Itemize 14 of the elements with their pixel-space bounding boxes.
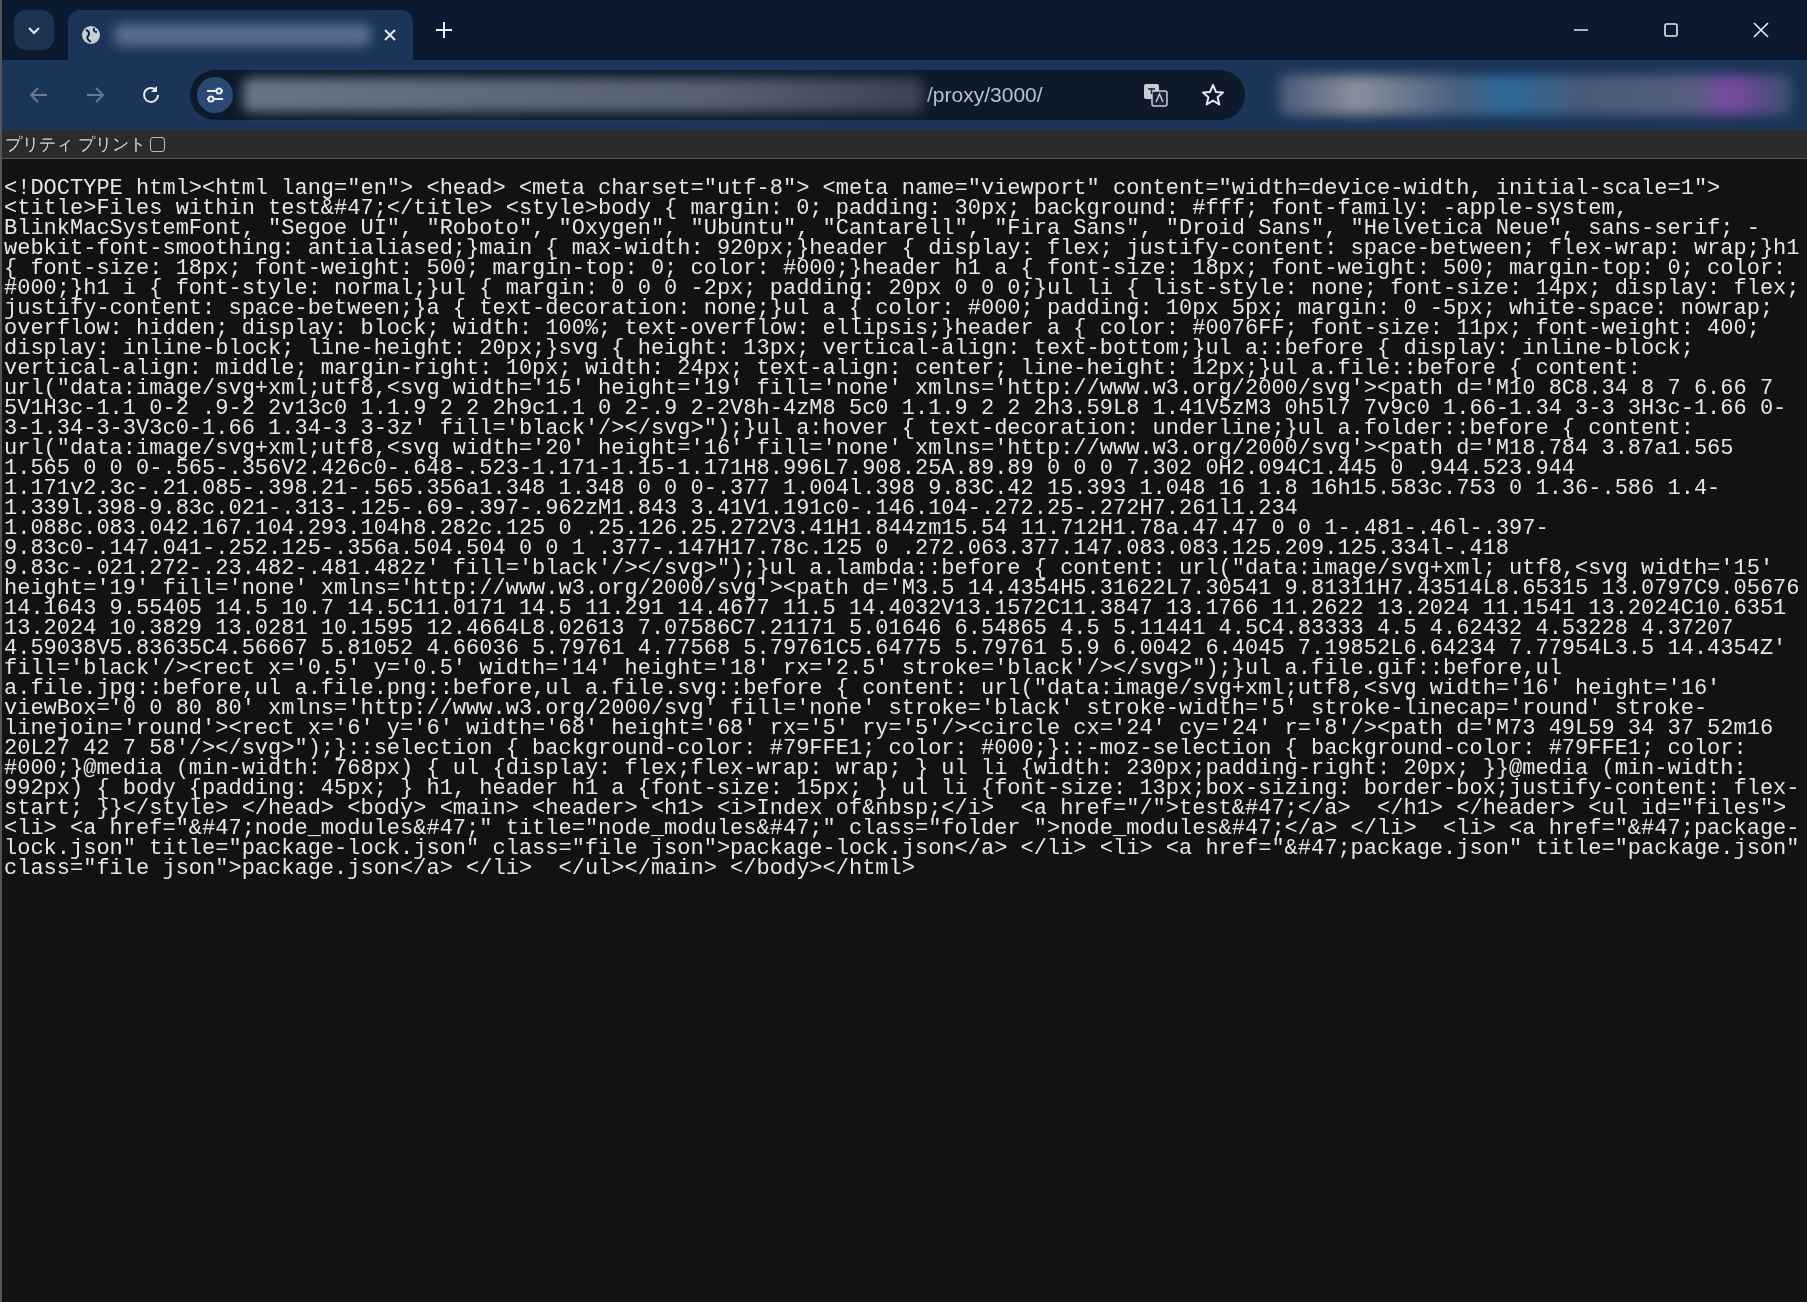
maximize-icon[interactable] [1663,22,1679,38]
reload-icon[interactable] [140,84,162,106]
site-settings-icon[interactable] [197,77,233,113]
close-icon[interactable] [1753,22,1769,38]
html-source-text: <!DOCTYPE html><html lang="en"> <head> <meta charset="utf-8"> <meta name="viewport" content="width=device-width, initial-scale=1"> <title>Files within test&#47;</title> <style>body { margin: 0; padding: 30px; background: #fff; font-family: -apple-system, BlinkMacSystemFont, "Segoe UI", "Roboto", "Oxygen", "Ubuntu", "Cantarell", "Fira Sans", "Droid Sans", "Helvetica Neue", sans-serif; -webkit-font-smoothing: antialiased;}main { max-width: 920px;}header { display: flex; justify-content: space-between; flex-wrap: wrap;}h1 { font-size: 18px; font-weight: 500; margin-top: 0; color: #000;}header h1 a { font-size: 18px; font-weight: 500; margin-top: 0; color: #000;}h1 i { font-style: normal;}ul { margin: 0 0 0 -2px; padding: 20px 0 0 0;}ul li { list-style: none; font-size: 14px; display: flex; justify-content: space-between;}a { text-decoration: none;}ul a { color: #000; padding: 10px 5px; margin: 0 -5px; white-space: nowrap; overflow: hidden; display: block; width: 100%; text-overflow: ellipsis;}header a { color: #0076FF; font-size: 11px; font-weight: 400; display: inline-block; line-height: 20px;}svg { height: 13px; vertical-align: text-bottom;}ul a::before { display: inline-block; vertical-align: middle; margin-right: 10px; width: 24px; text-align: center; line-height: 12px;}ul a.file::before { content: url("data:image/svg+xml;utf8,<svg width='15' height='19' fill='none' xmlns='http://www.w3.org/2000/svg'><path d='M10 8C8.34 8 7 6.66 7 5V1H3c-1.1 0-2 .9-2 2v13c0 1.1.9 2 2 2h9c1.1 0 2-.9 2-2V8h-4zM8 5c0 1.1.9 2 2 2h3.59L8 1.41V5zM3 0h5l7 7v9c0 1.66-1.34 3-3 3H3c-1.66 0-3-1.34-3-3V3c0-1.66 1.34-3 3-3z' fill='black'/></svg>");}ul a:hover { text-decoration: underline;}ul a.folder::before { content: url("data:image/svg+xml;utf8,<svg width='20' height='16' fill='none' xmlns='http://www.w3.org/2000/svg'><path d='M18.784 3.87a1.565 1.565 0 0 0-.565-.356V2.426c0-.648-.523-1.171-1.15-1.171H8.996L7.908.25A.89.89 0 0 0 7.302 0H2.094C1.445 0 .944.523.944 1.171v2.3c-.21.085-.398.21-.565.356a1.348 1.348 0 0 0-.377 1.004l.398 9.83C.42 15.393 1.048 16 1.8 16h15.583c.753 0 1.36-.586 1.4-1.339l.398-9.83c.021-.313-.125-.69-.397-.962zM1.843 3.41V1.191c0-.146.104-.272.25-.272H7.261l1.234 1.088c.083.042.167.104.293.104h8.282c.125 0 .25.126.25.272V3.41H1.844zm15.54 11.712H1.78a.47.47 0 0 1-.481-.46l-.397-9.83c0-.147.041-.252.125-.356a.504.504 0 0 1 .377-.147H17.78c.125 0 .272.063.377.147.083.083.125.209.125.334l-.418 9.83c-.021.272-.23.482-.481.482z' fill='black'/></svg>");}ul a.lambda::before { content: url("data:image/svg+xml; utf8,<svg width='15' height='19' fill='none' xmlns='http://www.w3.org/2000/svg'><path d='M3.5 14.4354H5.31622L7.30541 9.81311H7.43514L8.65315 13.0797C9.05676 14.1643 9.55405 14.5 10.7 14.5C11.0171 14.5 11.291 14.4677 11.5 14.4032V13.1572C11.3847 13.1766 11.2622 13.2024 11.1541 13.2024C10.6351 13.2024 10.3829 13.0281 10.1595 12.4664L8.02613 7.07586C7.21171 5.01646 6.54865 4.5 5.11441 4.5C4.83333 4.5 4.62432 4.53228 4.37207 4.59038V5.83635C4.56667 5.81052 4.66036 5.79761 4.77568 5.79761C5.64775 5.79761 5.9 6.0042 6.4045 7.19852L6.64234 7.77954L3.5 14.4354Z' fill='black'/><rect x='0.5' y='0.5' width='14' height='18' rx='2.5' stroke='black'/></svg>");}ul a.file.gif::before,ul a.file.jpg::before,ul a.file.png::before,ul a.file.svg::before { content: url("data:image/svg+xml;utf8,<svg width='16' height='16' viewBox='0 0 80 80' xmlns='http://www.w3.org/2000/svg' fill='none' stroke='black' stroke-width='5' stroke-linecap='round' stroke-linejoin='round'><rect x='6' y='6' width='68' height='68' rx='5' ry='5'/><circle cx='24' cy='24' r='8'/><path d='M73 49L59 34 37 52m16 20L27 42 7 58'/></svg>");}::selection { background-color: #79FFE1; color: #000;}::-moz-selection { background-color: #79FFE1; color: #000;}@media (min-width: 768px) { ul {display: flex;flex-wrap: wrap; } ul li {width: 230px;padding-right: 20px; }}@media (min-width: 992px) { body {padding: 45px; } h1, header h1 a {font-size: 15px; } ul li {font-size: 13px;box-sizing: border-box;justify-content: flex-start; }}</style> </head> <body> <main> <header> <h1> <i>Index of&nbsp;</i> <a href="/">test&#47;</a> </h1> </header> <ul id="files"> <li> <a href="&#47;node_modules&#47;" title="node_modules&#47;" class="folder ">node_modules&#47;</a> </li> <li> <a href="&#47;package-lock.json" title="package-lock.json" class="file json">package-lock.json</a> </li> <li> <a href="&#47;package.json" title="package.json" class="file json">package.json</a> </li> </ul></main> </body></html> [3,179,1801,879]
translate-icon[interactable] [1143,83,1169,107]
star-icon[interactable] [1201,83,1225,107]
new-tab-icon[interactable] [435,21,453,39]
address-bar[interactable]: /proxy/3000/ [190,70,1245,120]
close-icon[interactable] [383,28,397,42]
globe-icon [80,24,102,46]
chevron-down-icon [27,25,41,35]
pretty-print-checkbox[interactable]: プリティ プリント [5,132,165,156]
url-text: /proxy/3000/ [927,83,1043,107]
